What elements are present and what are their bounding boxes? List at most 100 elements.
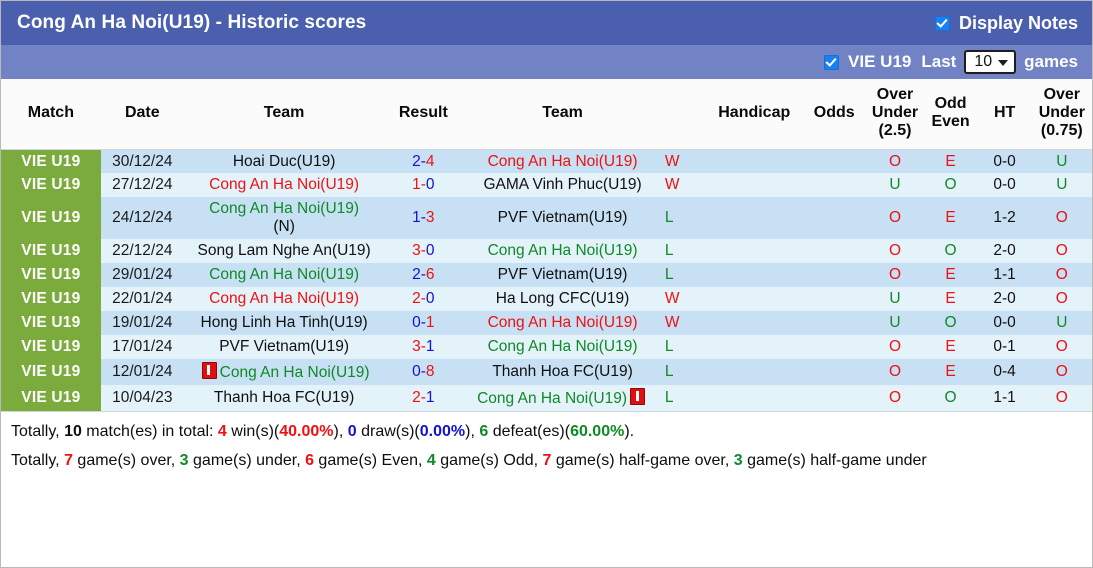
over-under-075-value: O — [1055, 338, 1068, 356]
away-team[interactable]: Ha Long CFC(U19) — [462, 287, 663, 311]
over-under-075-value: O — [1055, 266, 1068, 284]
table-row[interactable]: VIE U19 24/12/24 Cong An Ha Noi(U19) (N) 1-3… — [1, 197, 1092, 240]
home-team-name: Cong An Ha Noi(U19) — [209, 176, 359, 194]
display-notes-checkbox[interactable] — [934, 15, 950, 31]
match-result[interactable]: 0-1 — [384, 311, 462, 335]
odd-even-value: E — [945, 363, 956, 381]
s1-win-pct: 40.00% — [279, 423, 334, 441]
home-team[interactable]: Hoai Duc(U19) — [184, 149, 385, 173]
match-result[interactable]: 1-0 — [384, 173, 462, 197]
odds-value — [802, 173, 866, 197]
away-team[interactable]: PVF Vietnam(U19) — [462, 197, 663, 239]
half-time-score: 0-0 — [993, 176, 1016, 194]
odd-even-value: O — [944, 389, 957, 407]
match-result[interactable]: 3-1 — [384, 335, 462, 359]
s1-prefix: Totally, — [11, 423, 65, 441]
away-team[interactable]: Thanh Hoa FC(U19) — [462, 359, 663, 385]
league-badge: VIE U19 — [1, 335, 101, 360]
vie-u19-checkbox[interactable] — [824, 54, 840, 70]
summary-line-2: Totally, 7 game(s) over, 3 game(s) under… — [9, 447, 1092, 476]
over-under-25-value: O — [888, 152, 902, 170]
home-team[interactable]: Cong An Ha Noi(U19) — [184, 263, 385, 287]
home-team[interactable]: Cong An Ha Noi(U19) (N) — [184, 197, 385, 239]
match-date: 22/12/24 — [112, 242, 173, 260]
away-team[interactable]: PVF Vietnam(U19) — [462, 263, 663, 287]
score-home: 2 — [412, 152, 421, 170]
home-team[interactable]: Cong An Ha Noi(U19) — [184, 287, 385, 311]
table-row[interactable]: VIE U19 10/04/23 Thanh Hoa FC(U19) 2-1 Cong … — [1, 385, 1092, 412]
score-away: 3 — [425, 209, 435, 227]
title-bar: Cong An Ha Noi(U19) - Historic scores Di… — [1, 1, 1092, 45]
oddeven-line1: Odd — [934, 94, 967, 112]
match-result[interactable]: 2-0 — [384, 287, 462, 311]
home-team[interactable]: Thanh Hoa FC(U19) — [184, 385, 385, 411]
col-away-team: Team — [462, 79, 663, 150]
col-odd-even: Odd Even — [923, 79, 978, 150]
home-team[interactable]: Cong An Ha Noi(U19) — [184, 359, 385, 385]
display-notes-toggle[interactable]: Display Notes — [934, 13, 1078, 34]
red-card-icon — [201, 362, 217, 380]
score-home: 3 — [412, 338, 421, 356]
home-team-name: Hoai Duc(U19) — [233, 153, 336, 171]
match-result[interactable]: 3-0 — [384, 239, 462, 263]
match-date: 17/01/24 — [112, 338, 173, 356]
ou075-line2: Under — [1038, 103, 1085, 121]
half-time-score: 1-2 — [993, 209, 1016, 227]
match-result[interactable]: 2-6 — [384, 263, 462, 287]
score-home: 2 — [412, 290, 421, 308]
table-row[interactable]: VIE U19 22/01/24 Cong An Ha Noi(U19) 2-0 Ha … — [1, 287, 1092, 312]
away-team[interactable]: Cong An Ha Noi(U19) — [462, 239, 663, 263]
over-under-075-value: O — [1055, 242, 1068, 260]
col-home-team: Team — [183, 79, 385, 150]
score-away: 4 — [425, 152, 435, 170]
table-row[interactable]: VIE U19 22/12/24 Song Lam Nghe An(U19) 3-0 C… — [1, 239, 1092, 264]
s1-t3: ), — [333, 423, 348, 441]
table-row[interactable]: VIE U19 29/01/24 Cong An Ha Noi(U19) 2-6 PVF… — [1, 263, 1092, 288]
match-result[interactable]: 0-8 — [384, 359, 462, 385]
over-under-075-value: O — [1055, 363, 1068, 381]
table-row[interactable]: VIE U19 12/01/24 Cong An Ha Noi(U19) 0-8 Tha… — [1, 359, 1092, 386]
half-time-score: 1-1 — [993, 266, 1016, 284]
odds-value — [802, 385, 866, 411]
home-team[interactable]: PVF Vietnam(U19) — [184, 335, 385, 359]
col-over-under-25: Over Under (2.5) — [866, 79, 924, 150]
match-date: 29/01/24 — [112, 266, 173, 284]
table-row[interactable]: VIE U19 27/12/24 Cong An Ha Noi(U19) 1-0 GAM… — [1, 173, 1092, 198]
s1-total: 10 — [64, 423, 82, 441]
match-result[interactable]: 2-4 — [384, 149, 462, 173]
table-row[interactable]: VIE U19 30/12/24 Hoai Duc(U19) 2-4 Cong An H… — [1, 149, 1092, 174]
vie-u19-toggle[interactable]: VIE U19 — [824, 52, 911, 72]
home-team-name: Thanh Hoa FC(U19) — [214, 389, 354, 407]
col-result: Result — [384, 79, 463, 150]
league-badge: VIE U19 — [1, 385, 101, 412]
handicap-value — [706, 263, 802, 287]
away-team[interactable]: Cong An Ha Noi(U19) — [462, 311, 663, 335]
league-badge: VIE U19 — [1, 311, 101, 336]
away-team[interactable]: Cong An Ha Noi(U19) — [462, 149, 663, 173]
last-games-select[interactable]: 10 — [964, 50, 1017, 74]
home-team[interactable]: Cong An Ha Noi(U19) — [184, 173, 385, 197]
ou25-line1: Over — [876, 85, 914, 103]
match-result[interactable]: 2-1 — [384, 385, 462, 411]
away-team[interactable]: Cong An Ha Noi(U19) — [462, 385, 663, 411]
table-row[interactable]: VIE U19 17/01/24 PVF Vietnam(U19) 3-1 Cong A… — [1, 335, 1092, 360]
away-team[interactable]: Cong An Ha Noi(U19) — [462, 335, 663, 359]
s2-prefix: Totally, — [11, 452, 65, 470]
away-team[interactable]: GAMA Vinh Phuc(U19) — [462, 173, 663, 197]
match-result[interactable]: 1-3 — [384, 197, 462, 239]
away-team-label: Cong An Ha Noi(U19) — [487, 338, 638, 356]
table-row[interactable]: VIE U19 19/01/24 Hong Linh Ha Tinh(U19) 0-1… — [1, 311, 1092, 336]
table-body: VIE U19 30/12/24 Hoai Duc(U19) 2-4 Cong An H… — [1, 149, 1092, 412]
score-away: 1 — [425, 314, 435, 332]
handicap-value — [706, 239, 802, 263]
col-date: Date — [100, 79, 184, 150]
result-wdl: W — [664, 314, 680, 332]
league-badge: VIE U19 — [1, 263, 101, 288]
home-team-label: Cong An Ha Noi(U19) — [209, 200, 360, 218]
odds-value — [802, 197, 866, 239]
away-team-label: PVF Vietnam(U19) — [497, 266, 628, 284]
odd-even-value: O — [944, 176, 957, 194]
over-under-25-value: O — [888, 338, 902, 356]
home-team[interactable]: Hong Linh Ha Tinh(U19) — [184, 311, 385, 335]
home-team[interactable]: Song Lam Nghe An(U19) — [184, 239, 385, 263]
